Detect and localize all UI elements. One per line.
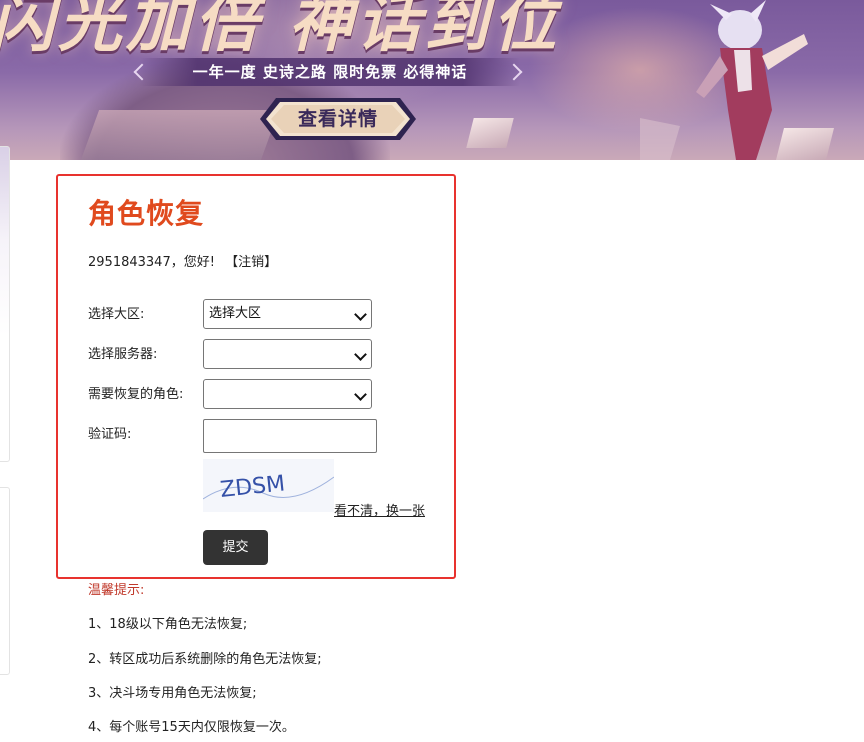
tips-title: 温馨提示: [88, 583, 145, 598]
logout-link[interactable]: 【注销】 [225, 255, 277, 270]
banner-pedestal-decoration [80, 110, 280, 160]
role-label: 需要恢复的角色: [88, 387, 184, 402]
hero-character-image [640, 0, 810, 160]
captcha-label: 验证码: [88, 427, 132, 442]
region-label: 选择大区: [88, 307, 145, 322]
view-details-button[interactable]: 查看详情 [258, 96, 418, 142]
banner-ribbon: 一年一度 史诗之路 限时免票 必得神话 [140, 58, 520, 86]
chevron-down-icon [354, 308, 367, 321]
greeting: 2951843347，您好! 【注销】 [88, 251, 277, 270]
floating-block-decoration [466, 118, 514, 148]
region-select-value: 选择大区 [209, 306, 262, 321]
captcha-image[interactable]: ZDSM [202, 459, 335, 512]
page-title: 角色恢复 [88, 197, 205, 230]
server-label: 选择服务器: [88, 347, 158, 362]
view-details-label: 查看详情 [297, 108, 378, 130]
tip-item: 3、决斗场专用角色无法恢复; [88, 686, 257, 701]
chevron-down-icon [354, 348, 367, 361]
server-select[interactable] [203, 339, 372, 369]
tip-item: 2、转区成功后系统删除的角色无法恢复; [88, 652, 322, 667]
banner-headline: 闪光加倍 神话到位 [0, 0, 561, 61]
refresh-captcha-link[interactable]: 看不清，换一张 [334, 500, 425, 519]
chevron-down-icon [354, 388, 367, 401]
captcha-input[interactable] [203, 419, 377, 453]
promo-banner[interactable]: 闪光加倍 神话到位 一年一度 史诗之路 限时免票 必得神话 查看详情 [0, 0, 864, 160]
greeting-user: 2951843347，您好! [88, 255, 215, 270]
tip-item: 4、每个账号15天内仅限恢复一次。 [88, 720, 295, 735]
side-card-bottom [0, 487, 10, 675]
side-card-top [0, 146, 10, 462]
role-select[interactable] [203, 379, 372, 409]
region-select[interactable]: 选择大区 [203, 299, 372, 329]
submit-button[interactable]: 提交 [203, 530, 268, 565]
tip-item: 1、18级以下角色无法恢复; [88, 617, 248, 632]
